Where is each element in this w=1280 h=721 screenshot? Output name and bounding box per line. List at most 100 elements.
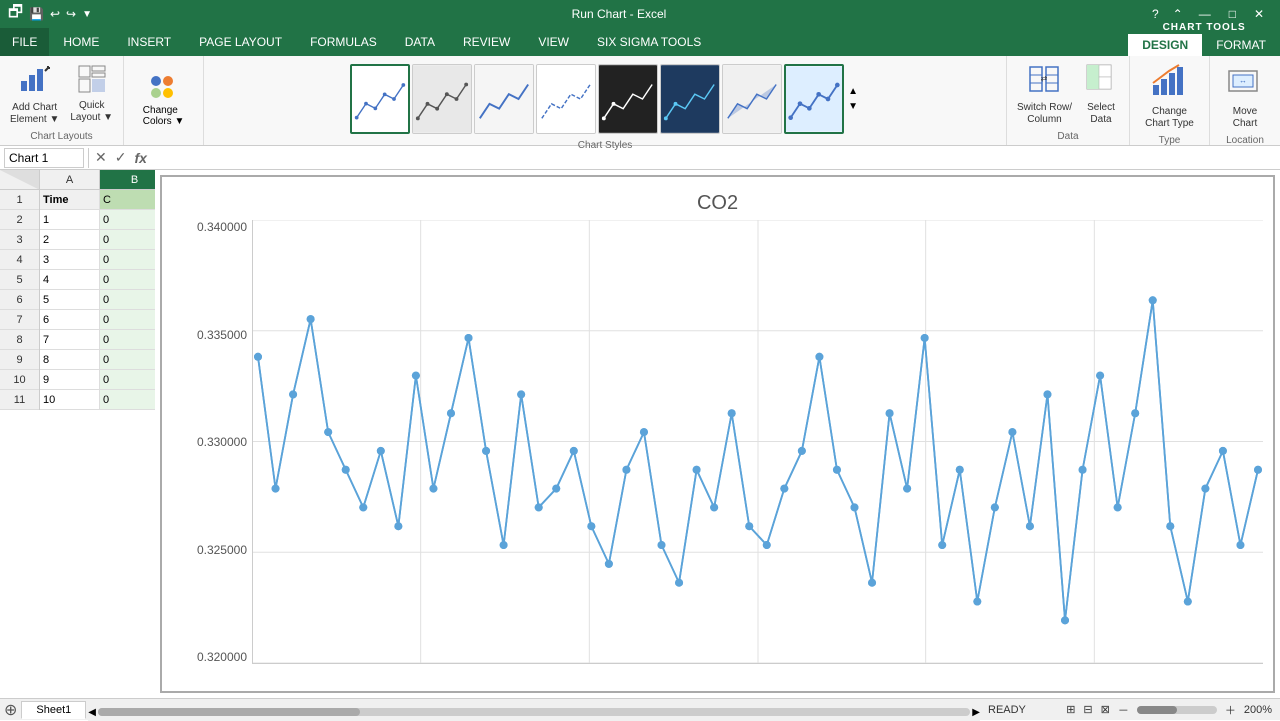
type-label: Type <box>1159 133 1181 146</box>
cell-a3[interactable]: 2 <box>40 230 100 250</box>
ribbon-toggle[interactable]: ⌃ <box>1167 7 1189 21</box>
tab-insert[interactable]: INSERT <box>113 28 185 56</box>
cell-a5[interactable]: 4 <box>40 270 100 290</box>
cancel-formula-button[interactable]: ✕ <box>93 149 109 166</box>
quick-layout-button[interactable]: QuickLayout ▼ <box>66 62 117 127</box>
insert-function-button[interactable]: fx <box>132 150 148 166</box>
cell-a10[interactable]: 9 <box>40 370 100 390</box>
quick-layout-icon <box>78 65 106 98</box>
col-header-a[interactable]: A <box>40 170 100 189</box>
chart-container[interactable]: CO2 0.340000 0.335000 0.330000 0.325000 … <box>160 175 1275 693</box>
tab-file[interactable]: FILE <box>0 28 49 56</box>
page-break-view-icon[interactable]: ⊠ <box>1101 703 1110 716</box>
chart-style-2[interactable] <box>412 64 472 134</box>
tab-view[interactable]: VIEW <box>524 28 583 56</box>
horizontal-scrollbar[interactable]: ◀ ▶ <box>88 699 980 721</box>
row-num-2: 2 <box>0 210 39 230</box>
table-row: 1 0 <box>40 210 155 230</box>
tab-formulas[interactable]: FORMULAS <box>296 28 391 56</box>
close-button[interactable]: ✕ <box>1246 7 1272 21</box>
scrollbar-thumb[interactable] <box>98 708 360 716</box>
ribbon-content: Add ChartElement ▼ QuickLayout ▼ Chart L… <box>0 56 1280 146</box>
ribbon-group-location: ↔ MoveChart Location <box>1210 56 1280 145</box>
y-label-2: 0.335000 <box>172 328 247 342</box>
cell-b8[interactable]: 0 <box>100 330 155 350</box>
maximize-button[interactable]: □ <box>1221 7 1244 21</box>
quick-save[interactable]: 💾 <box>29 7 44 21</box>
normal-view-icon[interactable]: ⊞ <box>1066 703 1075 716</box>
status-bar-right: READY ⊞ ⊟ ⊠ － ＋ 200% <box>980 702 1280 718</box>
cell-b2[interactable]: 0 <box>100 210 155 230</box>
tab-data[interactable]: DATA <box>391 28 449 56</box>
tab-page-layout[interactable]: PAGE LAYOUT <box>185 28 296 56</box>
scrollbar-track[interactable] <box>98 708 970 716</box>
change-colors-button[interactable]: ChangeColors ▼ <box>137 70 191 130</box>
quick-redo[interactable]: ↪ <box>66 7 76 21</box>
tab-home[interactable]: HOME <box>49 28 113 56</box>
col-header-b[interactable]: B <box>100 170 155 189</box>
y-label-5: 0.320000 <box>172 650 247 664</box>
move-chart-icon: ↔ <box>1227 63 1263 104</box>
cell-a7[interactable]: 6 <box>40 310 100 330</box>
zoom-level[interactable]: 200% <box>1244 704 1272 716</box>
chart-style-8[interactable] <box>784 64 844 134</box>
chart-style-6[interactable] <box>660 64 720 134</box>
cell-b4[interactable]: 0 <box>100 250 155 270</box>
scroll-right-button[interactable]: ▶ <box>972 707 980 718</box>
scroll-left-button[interactable]: ◀ <box>88 707 96 718</box>
cell-a9[interactable]: 8 <box>40 350 100 370</box>
chart-styles-label: Chart Styles <box>578 138 632 151</box>
tab-six-sigma[interactable]: SIX SIGMA TOOLS <box>583 28 715 56</box>
name-box[interactable] <box>4 148 84 168</box>
cell-b7[interactable]: 0 <box>100 310 155 330</box>
help-icon[interactable]: ? <box>1146 7 1165 21</box>
chart-style-1[interactable] <box>350 64 410 134</box>
svg-text:⇄: ⇄ <box>1041 74 1048 83</box>
cell-b1[interactable]: C <box>100 190 155 210</box>
sheet-tab-sheet1[interactable]: Sheet1 <box>21 701 86 719</box>
minimize-button[interactable]: — <box>1191 7 1219 21</box>
cell-a8[interactable]: 7 <box>40 330 100 350</box>
row-num-6: 6 <box>0 290 39 310</box>
chart-style-7[interactable] <box>722 64 782 134</box>
chart-svg <box>253 220 1263 663</box>
cell-a6[interactable]: 5 <box>40 290 100 310</box>
zoom-slider[interactable] <box>1137 706 1217 714</box>
tab-format[interactable]: FORMAT <box>1202 34 1280 56</box>
zoom-in-icon[interactable]: ＋ <box>1225 702 1236 718</box>
cell-a1[interactable]: Time <box>40 190 100 210</box>
chart-plot <box>252 220 1263 664</box>
cell-b5[interactable]: 0 <box>100 270 155 290</box>
left-controls: 🗗 💾 ↩ ↪ ▼ <box>8 1 92 28</box>
chart-style-3[interactable] <box>474 64 534 134</box>
cell-b10[interactable]: 0 <box>100 370 155 390</box>
cell-a4[interactable]: 3 <box>40 250 100 270</box>
cell-b9[interactable]: 0 <box>100 350 155 370</box>
table-row: 8 0 <box>40 350 155 370</box>
formula-input[interactable] <box>153 151 1276 165</box>
cell-b3[interactable]: 0 <box>100 230 155 250</box>
switch-row-column-button[interactable]: ⇄ Switch Row/Column <box>1013 60 1076 129</box>
cell-a2[interactable]: 1 <box>40 210 100 230</box>
change-chart-type-button[interactable]: ChangeChart Type <box>1141 60 1198 133</box>
ribbon-group-colors: ChangeColors ▼ <box>124 56 204 145</box>
select-data-button[interactable]: SelectData <box>1079 60 1123 129</box>
page-layout-view-icon[interactable]: ⊟ <box>1083 703 1092 716</box>
customize-qat[interactable]: ▼ <box>82 9 92 20</box>
quick-undo[interactable]: ↩ <box>50 7 60 21</box>
zoom-out-icon[interactable]: － <box>1118 702 1129 718</box>
tab-review[interactable]: REVIEW <box>449 28 524 56</box>
table-row: 5 0 <box>40 290 155 310</box>
cell-b6[interactable]: 0 <box>100 290 155 310</box>
add-sheet-button[interactable]: ⊕ <box>0 700 21 720</box>
move-chart-button[interactable]: ↔ MoveChart <box>1223 60 1267 133</box>
chart-layouts-label: Chart Layouts <box>30 129 92 142</box>
add-chart-element-button[interactable]: Add ChartElement ▼ <box>6 60 63 129</box>
tab-design[interactable]: DESIGN <box>1128 34 1202 56</box>
chart-style-5[interactable] <box>598 64 658 134</box>
gallery-scroll[interactable]: ▲ ▼ <box>846 84 860 114</box>
cell-b11[interactable]: 0 <box>100 390 155 410</box>
cell-a11[interactable]: 10 <box>40 390 100 410</box>
chart-style-4[interactable] <box>536 64 596 134</box>
confirm-formula-button[interactable]: ✓ <box>113 149 129 166</box>
